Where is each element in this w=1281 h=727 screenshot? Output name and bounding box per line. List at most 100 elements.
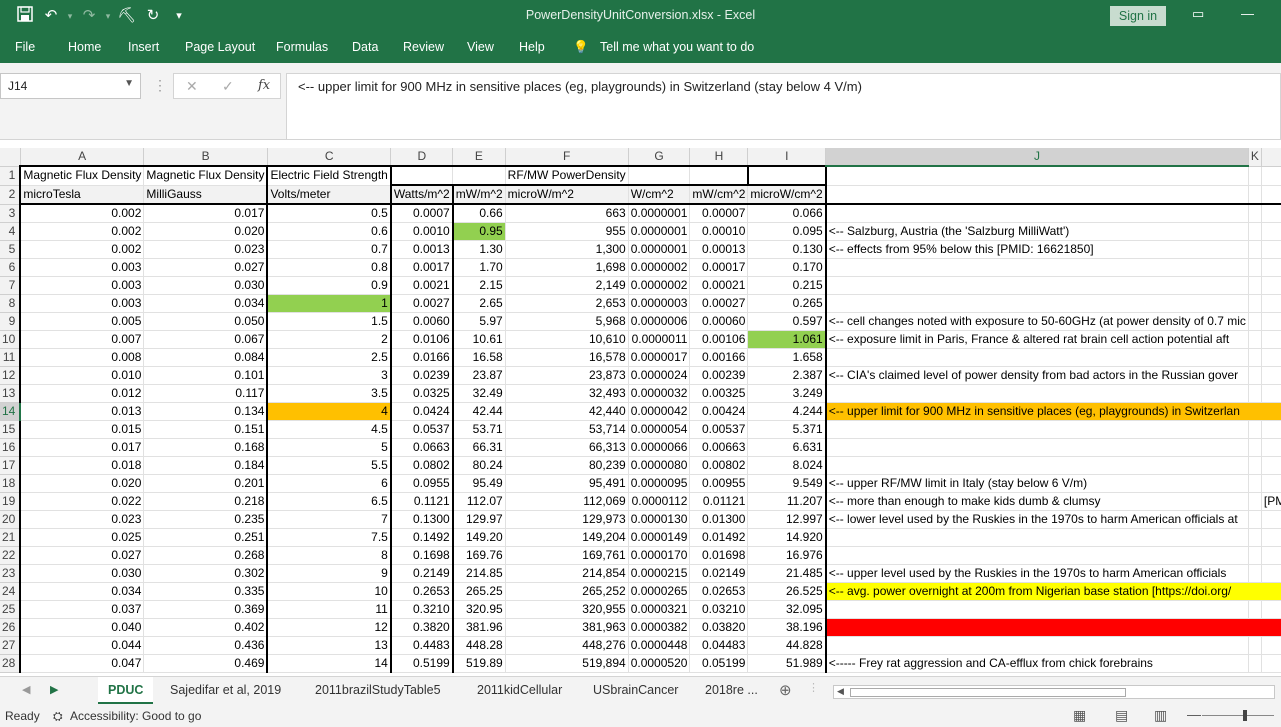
cell-e26[interactable]: 381.96 bbox=[451, 618, 506, 637]
cell-h7[interactable]: 0.00021 bbox=[689, 276, 749, 295]
cell-l12[interactable] bbox=[1261, 366, 1281, 385]
cell-j21[interactable] bbox=[825, 528, 1249, 547]
cell-j13[interactable] bbox=[825, 384, 1249, 403]
cell-f4[interactable]: 955 bbox=[505, 222, 629, 241]
cell-k16[interactable] bbox=[1248, 438, 1262, 457]
tab-help[interactable]: Help bbox=[519, 40, 545, 54]
cell-h28[interactable]: 0.05199 bbox=[689, 654, 749, 673]
column-header-j[interactable]: J bbox=[825, 148, 1249, 167]
cell-i24[interactable]: 26.525 bbox=[747, 582, 827, 601]
cell-g3[interactable]: 0.0000001 bbox=[628, 204, 691, 223]
cell-e6[interactable]: 1.70 bbox=[451, 258, 506, 277]
cell-h13[interactable]: 0.00325 bbox=[689, 384, 749, 403]
more-options-icon[interactable]: ⋮ bbox=[153, 77, 167, 94]
cell-b17[interactable]: 0.184 bbox=[143, 456, 269, 475]
cell-d26[interactable]: 0.3820 bbox=[390, 618, 454, 637]
cell-f25[interactable]: 320,955 bbox=[505, 600, 629, 619]
cell-g2[interactable]: W/cm^2 bbox=[628, 185, 691, 205]
cell-l3[interactable] bbox=[1261, 204, 1281, 223]
cell-f11[interactable]: 16,578 bbox=[505, 348, 629, 367]
tab-insert[interactable]: Insert bbox=[128, 40, 159, 54]
column-header-g[interactable]: G bbox=[628, 148, 691, 167]
cell-f6[interactable]: 1,698 bbox=[505, 258, 629, 277]
insert-function-icon[interactable]: fx bbox=[258, 78, 270, 93]
cell-f20[interactable]: 129,973 bbox=[505, 510, 629, 529]
cell-i8[interactable]: 0.265 bbox=[747, 294, 827, 313]
cell-l28[interactable] bbox=[1261, 654, 1281, 673]
cell-b10[interactable]: 0.067 bbox=[143, 330, 269, 349]
tab-split-icon[interactable]: ⋮ bbox=[808, 681, 819, 694]
cell-g15[interactable]: 0.0000054 bbox=[628, 420, 691, 439]
cell-d2[interactable]: Watts/m^2 bbox=[390, 185, 454, 205]
cell-h14[interactable]: 0.00424 bbox=[689, 402, 749, 421]
cell-g7[interactable]: 0.0000002 bbox=[628, 276, 691, 295]
column-header-a[interactable]: A bbox=[20, 148, 145, 167]
row-header[interactable]: 18 bbox=[0, 474, 21, 493]
zoom-slider[interactable] bbox=[1202, 715, 1274, 716]
formula-input[interactable]: <-- upper limit for 900 MHz in sensitive… bbox=[286, 73, 1281, 140]
cell-l16[interactable] bbox=[1261, 438, 1281, 457]
sheet-tab-2018re[interactable]: 2018re ... bbox=[695, 677, 768, 704]
cell-c2[interactable]: Volts/meter bbox=[267, 185, 392, 205]
cell-h18[interactable]: 0.00955 bbox=[689, 474, 749, 493]
normal-view-icon[interactable]: ▦ bbox=[1073, 707, 1086, 724]
cell-e10[interactable]: 10.61 bbox=[451, 330, 506, 349]
cell-i16[interactable]: 6.631 bbox=[747, 438, 827, 457]
cell-i5[interactable]: 0.130 bbox=[747, 240, 827, 259]
cell-c20[interactable]: 7 bbox=[267, 510, 392, 529]
enter-icon[interactable]: ✓ bbox=[222, 78, 234, 95]
cell-l21[interactable] bbox=[1261, 528, 1281, 547]
cell-j19[interactable]: <-- more than enough to make kids dumb &… bbox=[825, 492, 1249, 511]
cell-e8[interactable]: 2.65 bbox=[451, 294, 506, 313]
cell-e3[interactable]: 0.66 bbox=[451, 204, 506, 223]
cell-l4[interactable] bbox=[1261, 222, 1281, 241]
cell-d28[interactable]: 0.5199 bbox=[390, 654, 454, 673]
row-header[interactable]: 25 bbox=[0, 600, 21, 619]
cell-l8[interactable] bbox=[1261, 294, 1281, 313]
cell-b1[interactable]: Magnetic Flux Density bbox=[143, 165, 269, 186]
cell-f7[interactable]: 2,149 bbox=[505, 276, 629, 295]
cell-c6[interactable]: 0.8 bbox=[267, 258, 392, 277]
cell-b18[interactable]: 0.201 bbox=[143, 474, 269, 493]
cell-l23[interactable] bbox=[1261, 564, 1281, 583]
cell-a4[interactable]: 0.002 bbox=[19, 222, 145, 241]
cell-k7[interactable] bbox=[1248, 276, 1262, 295]
cell-l18[interactable] bbox=[1261, 474, 1281, 493]
cell-i3[interactable]: 0.066 bbox=[747, 204, 827, 223]
cell-a8[interactable]: 0.003 bbox=[19, 294, 145, 313]
cell-e17[interactable]: 80.24 bbox=[451, 456, 506, 475]
cell-f1[interactable]: RF/MW PowerDensity bbox=[505, 165, 629, 186]
cell-h24[interactable]: 0.02653 bbox=[689, 582, 749, 601]
cell-a18[interactable]: 0.020 bbox=[19, 474, 145, 493]
cell-i6[interactable]: 0.170 bbox=[747, 258, 827, 277]
cell-b26[interactable]: 0.402 bbox=[143, 618, 269, 637]
prev-sheet-icon[interactable]: ◀ bbox=[22, 683, 30, 696]
cell-a5[interactable]: 0.002 bbox=[19, 240, 145, 259]
sheet-tab-2011kid[interactable]: 2011kidCellular bbox=[467, 677, 572, 704]
cell-b15[interactable]: 0.151 bbox=[143, 420, 269, 439]
cell-d23[interactable]: 0.2149 bbox=[390, 564, 454, 583]
cell-f18[interactable]: 95,491 bbox=[505, 474, 629, 493]
cell-c21[interactable]: 7.5 bbox=[267, 528, 392, 547]
cell-i12[interactable]: 2.387 bbox=[747, 366, 827, 385]
cell-k19[interactable] bbox=[1248, 492, 1262, 511]
cell-h8[interactable]: 0.00027 bbox=[689, 294, 749, 313]
cell-i11[interactable]: 1.658 bbox=[747, 348, 827, 367]
cell-k22[interactable] bbox=[1248, 546, 1262, 565]
tab-data[interactable]: Data bbox=[352, 40, 378, 54]
cell-l1[interactable] bbox=[1261, 166, 1281, 186]
cell-f28[interactable]: 519,894 bbox=[505, 654, 629, 673]
cell-a20[interactable]: 0.023 bbox=[19, 510, 145, 529]
cell-g20[interactable]: 0.0000130 bbox=[628, 510, 691, 529]
cell-g4[interactable]: 0.0000001 bbox=[628, 222, 691, 241]
cell-b3[interactable]: 0.017 bbox=[143, 204, 269, 223]
cell-l19[interactable]: [PMID: 305262 bbox=[1261, 492, 1281, 511]
cell-k10[interactable] bbox=[1248, 330, 1262, 349]
cell-k28[interactable] bbox=[1248, 654, 1262, 673]
cell-j27[interactable] bbox=[825, 636, 1249, 655]
tab-page-layout[interactable]: Page Layout bbox=[185, 40, 255, 54]
cell-c17[interactable]: 5.5 bbox=[267, 456, 392, 475]
cell-a28[interactable]: 0.047 bbox=[19, 654, 145, 673]
cell-l15[interactable] bbox=[1261, 420, 1281, 439]
cell-b16[interactable]: 0.168 bbox=[143, 438, 269, 457]
